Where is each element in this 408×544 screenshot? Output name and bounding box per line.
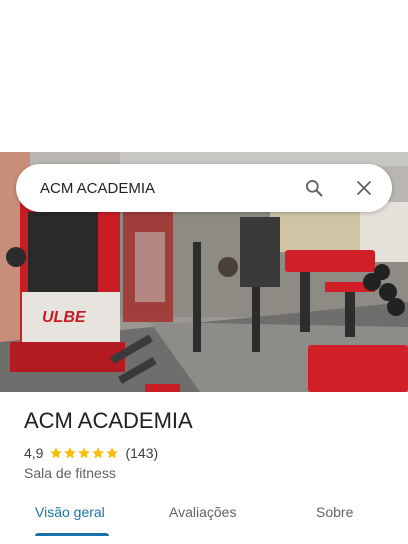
tab-bar: Visão geral Avaliações Sobre	[0, 496, 408, 536]
tab-overview[interactable]: Visão geral	[35, 504, 105, 520]
tab-about[interactable]: Sobre	[316, 504, 353, 520]
tab-reviews[interactable]: Avaliações	[169, 504, 236, 520]
machine-brand-text: ULBE	[42, 309, 87, 326]
close-icon[interactable]	[352, 176, 376, 200]
review-count[interactable]: (143)	[125, 445, 158, 461]
place-title: ACM ACADEMIA	[24, 408, 193, 433]
star-icon	[106, 447, 119, 459]
search-input[interactable]: ACM ACADEMIA	[40, 180, 302, 197]
star-icon	[64, 447, 77, 459]
star-icon	[92, 447, 105, 459]
star-icon	[50, 447, 63, 459]
search-icon[interactable]	[302, 176, 326, 200]
rating-value: 4,9	[24, 445, 44, 461]
star-icon	[78, 447, 91, 459]
search-bar[interactable]: ACM ACADEMIA	[16, 164, 392, 212]
rating-row[interactable]: 4,9 (143)	[24, 444, 158, 462]
active-tab-indicator	[35, 533, 109, 536]
star-rating	[49, 446, 119, 460]
place-category[interactable]: Sala de fitness	[24, 465, 116, 481]
